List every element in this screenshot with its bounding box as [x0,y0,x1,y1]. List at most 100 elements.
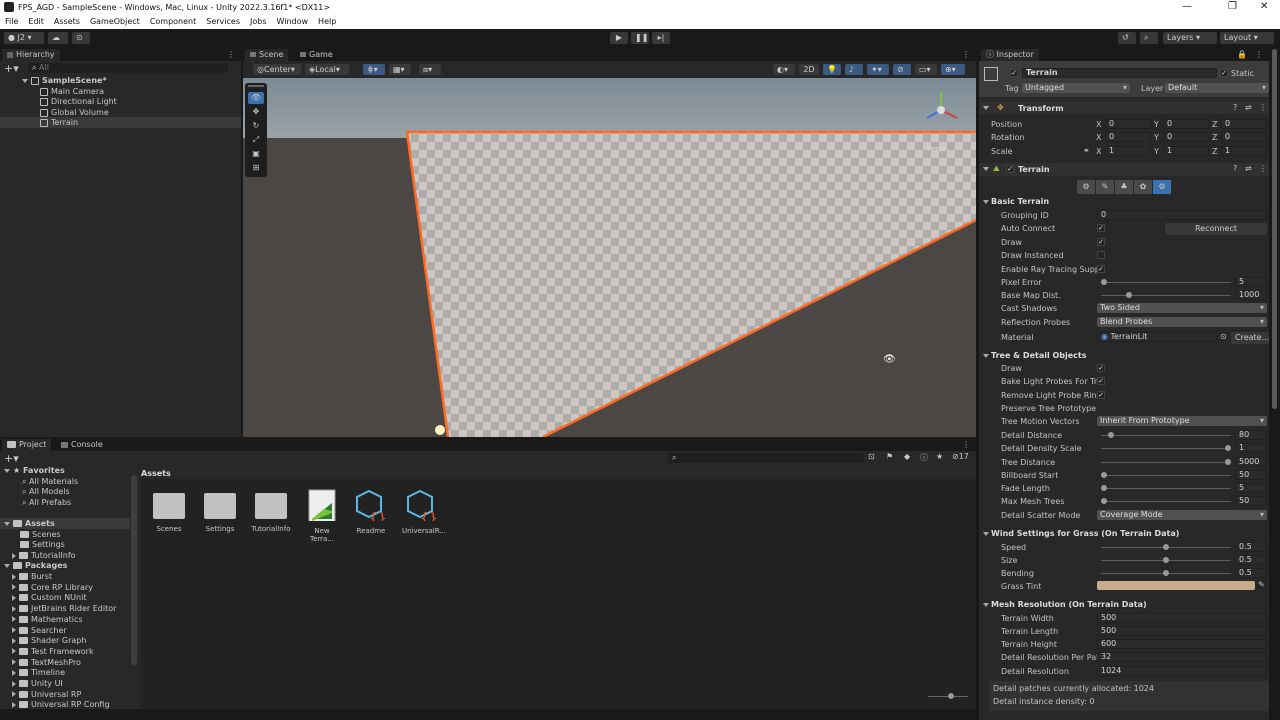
paint-details-icon[interactable]: ✿ [1134,180,1152,194]
transform-tool-icon[interactable]: ⊞ [248,162,264,174]
reconnect-button[interactable]: Reconnect [1165,223,1267,235]
menu-services[interactable]: Services [201,15,245,29]
size-value[interactable]: 0.5 [1235,555,1267,565]
move-tool-icon[interactable]: ✥ [248,106,264,118]
max-mesh-value[interactable]: 50 [1235,496,1267,506]
terrain-enabled-checkbox[interactable]: ✓ [1006,165,1014,173]
eyedropper-icon[interactable]: ✎ [1258,580,1265,589]
projection-label[interactable]: Persp [927,145,947,153]
axis-z-label[interactable]: Z [1212,120,1217,129]
layers-dropdown[interactable]: Layers ▾ [1163,32,1217,44]
presets-icon[interactable]: ⇌ [1245,164,1252,173]
rect-tool-icon[interactable]: ▣ [248,148,264,160]
expand-arrow-icon[interactable] [983,603,989,607]
menu-gameobject[interactable]: GameObject [85,15,145,29]
tree-title-header[interactable]: Tree & Detail Objects [991,351,1087,360]
slider-knob[interactable] [1163,544,1169,550]
expand-arrow-icon[interactable] [983,354,989,358]
collab-icon[interactable]: ⊙ [72,32,90,44]
scale-x-field[interactable]: 1 [1105,146,1151,156]
panel-menu-icon[interactable]: ⋮ [962,50,970,59]
minimize-icon[interactable]: — [1182,1,1192,12]
inspector-scrollbar[interactable] [1272,49,1277,409]
remove-light-probe-ring-checkbox[interactable]: ✓ [1097,391,1105,399]
static-checkbox[interactable]: ✓ [1220,69,1228,77]
slider-knob[interactable] [1101,485,1107,491]
package-item[interactable]: Unity UI [12,678,63,689]
position-x-field[interactable]: 0 [1105,119,1151,129]
package-item[interactable]: Test Framework [12,646,94,657]
slider-knob[interactable] [1163,557,1169,563]
package-item[interactable]: Custom NUnit [12,592,86,603]
menu-edit[interactable]: Edit [23,15,49,29]
rotate-tool-icon[interactable]: ↻ [248,120,264,132]
tab-game[interactable]: Game [295,49,338,61]
axis-y-label[interactable]: Y [1154,120,1159,129]
slider-knob[interactable] [1101,279,1107,285]
axis-x-label[interactable]: X [1096,147,1101,156]
help-icon[interactable]: ? [1233,164,1237,173]
transform-header[interactable]: ✥ Transform ? ⇌ ⋮ [979,102,1269,114]
hierarchy-item-selected[interactable]: Terrain [0,117,241,128]
camera-gizmo-icon[interactable]: 👁 [883,354,896,365]
ray-tracing-checkbox[interactable]: ✓ [1097,265,1105,273]
object-picker-icon[interactable]: ⊙ [1220,332,1227,341]
scale-y-field[interactable]: 1 [1163,146,1209,156]
package-item[interactable]: Timeline [12,667,65,678]
grass-tint-color-field[interactable] [1097,581,1255,590]
favorites-item[interactable]: ⌕ All Models [22,486,70,497]
2d-toggle[interactable]: 2D [799,64,819,75]
size-slider[interactable] [1101,557,1231,563]
reflection-val-dropdown[interactable]: Blend Probes [1097,317,1267,327]
base-map-value[interactable]: 1000 [1235,290,1267,300]
terrain-settings-icon[interactable]: ⚙ [1153,180,1171,194]
directional-light-icon[interactable] [435,425,445,435]
account-button[interactable]: ● J2 ▾ [4,32,44,44]
package-item[interactable]: Shader Graph [12,635,86,646]
constrain-proportions-icon[interactable]: ⚭ [1083,146,1090,155]
layout-dropdown[interactable]: Layout ▾ [1220,32,1274,44]
breadcrumb-assets[interactable]: Assets [141,469,171,478]
tree-scrollbar[interactable] [131,475,137,665]
axis-z-label[interactable]: Z [1212,147,1217,156]
package-item[interactable]: Universal RP [12,689,81,700]
axis-x-label[interactable]: X [1096,120,1101,129]
detail-distance-value[interactable]: 80 [1235,430,1267,440]
tag-dropdown[interactable]: Untagged [1022,83,1130,93]
tree-distance-value[interactable]: 5000 [1235,457,1267,467]
billboard-slider[interactable] [1101,472,1231,478]
tab-project[interactable]: Project [2,439,52,451]
slider-knob[interactable] [1101,472,1107,478]
slider-knob[interactable] [1225,445,1231,451]
width-val-field[interactable]: 500 [1097,613,1267,623]
visibility-icon[interactable]: ⊘ [893,64,911,75]
asset-item[interactable]: Scenes [149,489,189,533]
fade-value[interactable]: 5 [1235,483,1267,493]
tab-inspector[interactable]: ⓘ Inspector [981,49,1039,61]
material-field[interactable]: ◉ TerrainLit [1097,332,1217,342]
axis-x-label[interactable]: X [1096,133,1101,142]
slider-knob[interactable] [1108,432,1115,438]
layer-dropdown[interactable]: Default [1165,83,1269,93]
package-item[interactable]: JetBrains Rider Editor [12,603,116,614]
pause-button[interactable]: ❚❚ [631,32,649,44]
component-menu-icon[interactable]: ⋮ [1259,103,1267,112]
slider-knob[interactable] [1101,498,1107,504]
increment-snap-icon[interactable]: ⧈▾ [419,64,441,75]
paint-terrain-icon[interactable]: ✎ [1096,180,1114,194]
package-item[interactable]: Mathematics [12,614,83,625]
expand-arrow-icon[interactable] [983,200,989,204]
packages-folder[interactable]: Packages [4,560,67,571]
panel-menu-icon[interactable]: ⋮ [227,50,235,59]
fade-slider[interactable] [1101,485,1231,491]
info-icon[interactable]: ⓘ [920,452,928,463]
grid-snap-icon[interactable]: ⋕▾ [363,64,385,75]
detail-density-slider[interactable] [1101,445,1231,451]
play-button[interactable]: ▶ [610,32,628,44]
billboard-value[interactable]: 50 [1235,470,1267,480]
asset-item[interactable]: New Terra... [302,489,342,543]
detail-density-value[interactable]: 1 [1235,443,1267,453]
label-icon[interactable]: ◆ [904,452,910,461]
search-by-type-icon[interactable]: ⊡ [868,452,875,461]
icon-size-slider[interactable] [928,693,968,699]
